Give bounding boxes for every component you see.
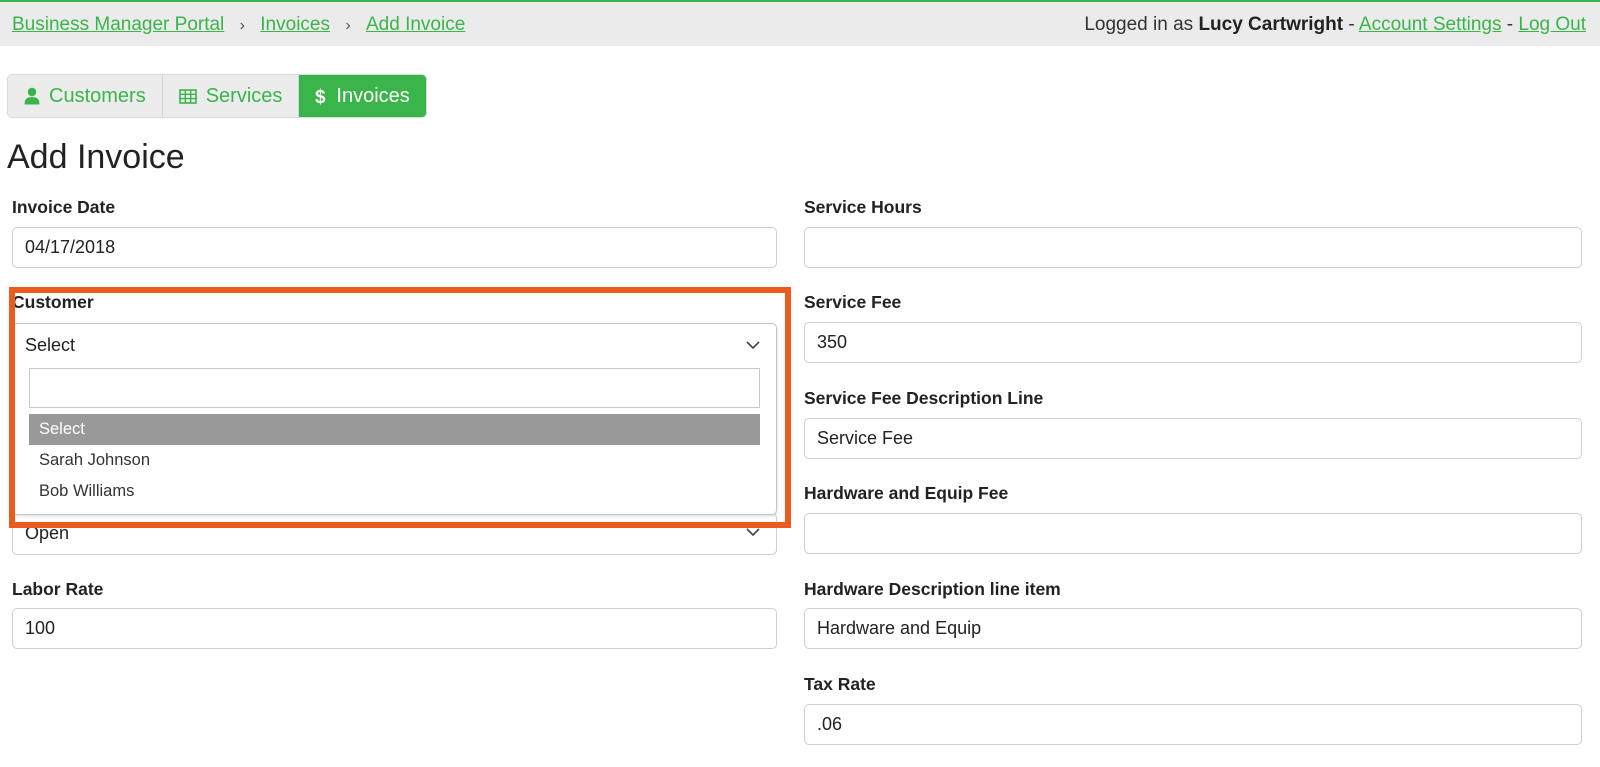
user-name: Lucy Cartwright <box>1198 14 1344 35</box>
chevron-right-icon: › <box>239 17 245 34</box>
table-icon <box>178 88 197 104</box>
hardware-fee-label: Hardware and Equip Fee <box>804 483 1009 503</box>
status-value: Open <box>25 523 70 543</box>
svg-text:$: $ <box>315 87 326 106</box>
chevron-down-icon <box>746 528 760 536</box>
top-bar: Business Manager Portal › Invoices › Add Inv… <box>0 0 1600 46</box>
tab-label: Invoices <box>336 84 410 107</box>
labor-rate-input[interactable]: 100 <box>12 608 777 649</box>
customer-dropdown: Select Select Sarah Johnson Bob Williams <box>12 323 777 515</box>
tax-rate-label: Tax Rate <box>804 674 876 694</box>
status-select[interactable]: Open <box>12 513 777 555</box>
customer-search-input[interactable] <box>29 368 760 408</box>
main-nav-tabs: Customers Services $ Invoices <box>7 74 427 118</box>
breadcrumb: Business Manager Portal › Invoices › Add Inv… <box>12 14 465 36</box>
hardware-fee-input[interactable] <box>804 513 1582 554</box>
logged-in-label: Logged in as <box>1084 14 1194 35</box>
service-fee-input[interactable]: 350 <box>804 322 1582 363</box>
separator: - <box>1348 14 1355 35</box>
customer-selected-value: Select <box>25 335 76 355</box>
page-title: Add Invoice <box>7 138 185 176</box>
account-settings-link[interactable]: Account Settings <box>1359 14 1502 35</box>
customer-option-bob-williams[interactable]: Bob Williams <box>29 476 760 507</box>
tab-invoices[interactable]: $ Invoices <box>299 75 426 117</box>
chevron-right-icon: › <box>345 17 351 34</box>
breadcrumb-link-add-invoice[interactable]: Add Invoice <box>366 14 465 35</box>
dollar-icon: $ <box>315 87 326 106</box>
invoice-date-label: Invoice Date <box>12 197 116 217</box>
service-fee-label: Service Fee <box>804 292 902 312</box>
chevron-down-icon <box>746 341 760 349</box>
invoice-date-input[interactable]: 04/17/2018 <box>12 227 777 268</box>
hardware-description-input[interactable]: Hardware and Equip <box>804 608 1582 649</box>
log-out-link[interactable]: Log Out <box>1518 14 1586 35</box>
service-fee-description-input[interactable]: Service Fee <box>804 418 1582 459</box>
tab-customers[interactable]: Customers <box>8 75 163 117</box>
hardware-description-label: Hardware Description line item <box>804 579 1061 599</box>
service-fee-description-label: Service Fee Description Line <box>804 388 1044 408</box>
tab-services[interactable]: Services <box>162 75 300 117</box>
tab-label: Customers <box>49 84 146 107</box>
separator: - <box>1506 14 1514 35</box>
user-bar: Logged in as Lucy Cartwright - Account S… <box>1084 14 1586 36</box>
service-hours-label: Service Hours <box>804 197 922 217</box>
customer-option-select[interactable]: Select <box>29 414 760 445</box>
customer-option-sarah-johnson[interactable]: Sarah Johnson <box>29 445 760 476</box>
labor-rate-label: Labor Rate <box>12 579 104 599</box>
breadcrumb-link-invoices[interactable]: Invoices <box>260 14 330 35</box>
user-icon <box>24 87 40 105</box>
service-hours-input[interactable] <box>804 227 1582 268</box>
customer-select[interactable]: Select <box>13 324 776 366</box>
breadcrumb-link-portal[interactable]: Business Manager Portal <box>12 14 224 35</box>
tab-label: Services <box>205 84 283 107</box>
tax-rate-input[interactable]: .06 <box>804 704 1582 745</box>
customer-label: Customer <box>12 292 94 312</box>
